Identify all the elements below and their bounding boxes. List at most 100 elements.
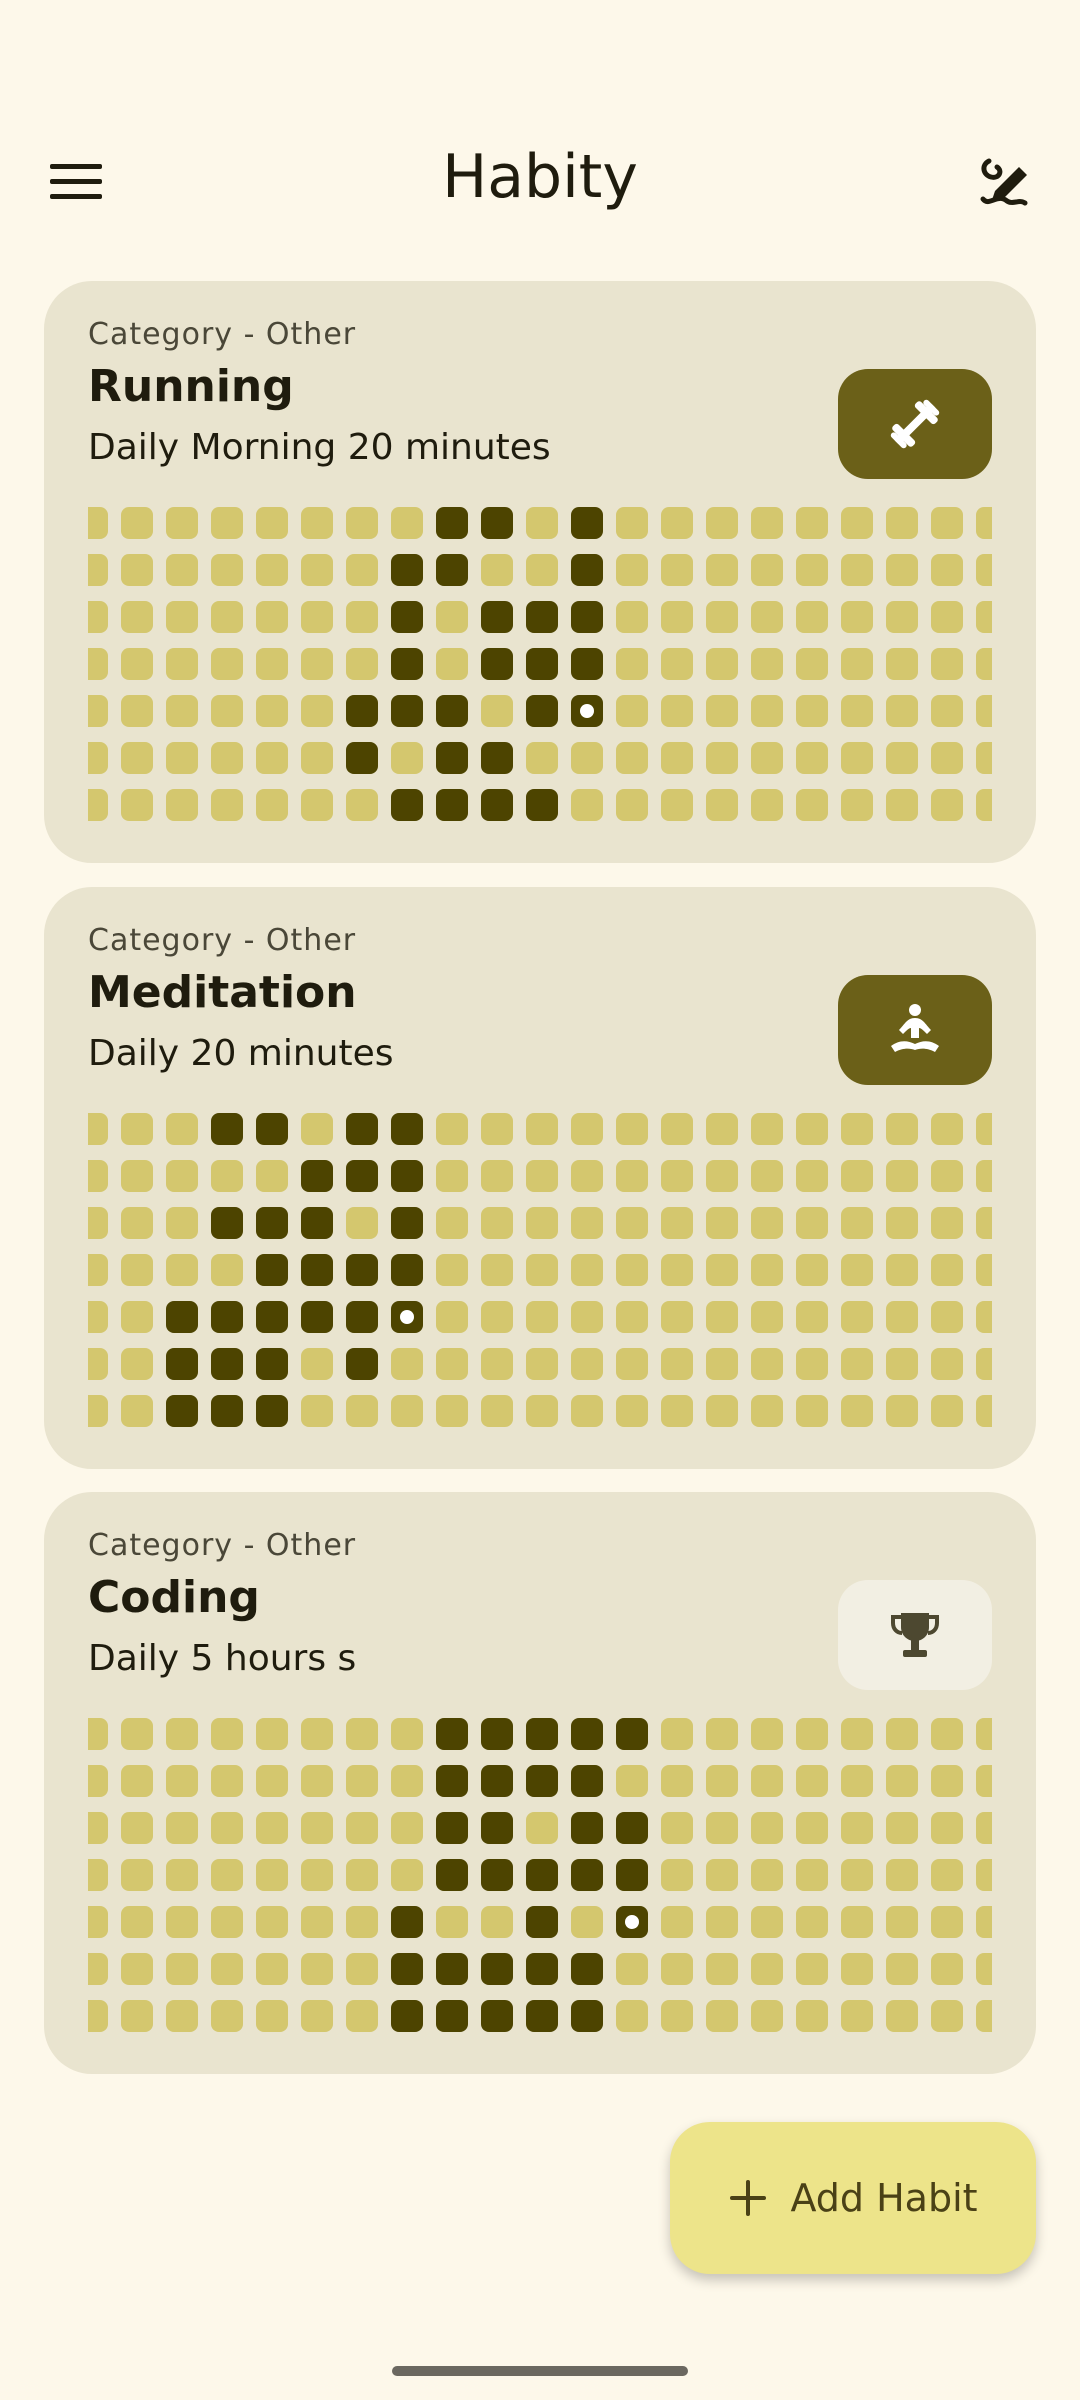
heatmap-cell[interactable] (661, 1207, 693, 1239)
heatmap-cell[interactable] (166, 1207, 198, 1239)
heatmap-cell[interactable] (88, 789, 108, 821)
heatmap-cell[interactable] (481, 554, 513, 586)
heatmap-cell[interactable] (256, 1207, 288, 1239)
heatmap-cell[interactable] (616, 1765, 648, 1797)
heatmap-cell[interactable] (166, 1160, 198, 1192)
heatmap-cell[interactable] (391, 1859, 423, 1891)
heatmap-cell[interactable] (88, 1207, 108, 1239)
heatmap-cell[interactable] (976, 1301, 992, 1333)
heatmap-cell[interactable] (391, 695, 423, 727)
heatmap-cell[interactable] (436, 1859, 468, 1891)
heatmap-cell[interactable] (751, 742, 783, 774)
heatmap-cell[interactable] (88, 1160, 108, 1192)
heatmap-cell[interactable] (706, 1113, 738, 1145)
heatmap-cell[interactable] (796, 1812, 828, 1844)
heatmap-cell[interactable] (346, 789, 378, 821)
heatmap-cell[interactable] (751, 1348, 783, 1380)
heatmap-cell[interactable] (436, 789, 468, 821)
heatmap-cell[interactable] (166, 2000, 198, 2032)
heatmap-cell[interactable] (841, 507, 873, 539)
heatmap-cell[interactable] (481, 1718, 513, 1750)
heatmap-cell[interactable] (391, 1160, 423, 1192)
heatmap-cell[interactable] (481, 601, 513, 633)
heatmap-cell[interactable] (616, 1301, 648, 1333)
heatmap-cell[interactable] (256, 1859, 288, 1891)
heatmap-cell[interactable] (616, 1160, 648, 1192)
heatmap-cell[interactable] (571, 554, 603, 586)
heatmap-cell[interactable] (256, 1160, 288, 1192)
heatmap-cell[interactable] (211, 554, 243, 586)
heatmap-cell[interactable] (751, 507, 783, 539)
heatmap-cell[interactable] (211, 1113, 243, 1145)
heatmap-cell[interactable] (436, 507, 468, 539)
heatmap-cell[interactable] (121, 1113, 153, 1145)
heatmap-cell[interactable] (751, 1254, 783, 1286)
heatmap-cell[interactable] (841, 1254, 873, 1286)
heatmap-cell[interactable] (841, 695, 873, 727)
heatmap-cell[interactable] (661, 1301, 693, 1333)
heatmap-cell[interactable] (301, 1906, 333, 1938)
heatmap-cell[interactable] (931, 507, 963, 539)
heatmap-cell[interactable] (886, 1812, 918, 1844)
heatmap-cell[interactable] (301, 1718, 333, 1750)
heatmap-cell[interactable] (301, 1113, 333, 1145)
heatmap-cell[interactable] (571, 742, 603, 774)
heatmap-cell[interactable] (391, 742, 423, 774)
heatmap-cell[interactable] (616, 648, 648, 680)
heatmap-cell[interactable] (436, 1160, 468, 1192)
heatmap-cell[interactable] (256, 742, 288, 774)
heatmap-cell[interactable] (706, 1160, 738, 1192)
heatmap-cell[interactable] (886, 1207, 918, 1239)
heatmap-cell[interactable] (526, 554, 558, 586)
heatmap-cell[interactable] (346, 601, 378, 633)
heatmap-cell[interactable] (256, 789, 288, 821)
heatmap-cell[interactable] (166, 1113, 198, 1145)
heatmap-cell[interactable] (571, 1718, 603, 1750)
heatmap-cell[interactable] (751, 1718, 783, 1750)
heatmap-cell[interactable] (166, 1254, 198, 1286)
heatmap-cell[interactable] (436, 601, 468, 633)
heatmap-cell[interactable] (886, 1906, 918, 1938)
heatmap-cell[interactable] (166, 695, 198, 727)
heatmap-cell[interactable] (481, 2000, 513, 2032)
heatmap-cell[interactable] (796, 1395, 828, 1427)
heatmap-cell[interactable] (526, 1113, 558, 1145)
heatmap-cell[interactable] (931, 1812, 963, 1844)
heatmap-cell[interactable] (301, 1301, 333, 1333)
heatmap-cell[interactable] (706, 1765, 738, 1797)
heatmap-cell[interactable] (256, 2000, 288, 2032)
heatmap-cell[interactable] (931, 1953, 963, 1985)
heatmap-cell[interactable] (571, 1953, 603, 1985)
heatmap-cell[interactable] (706, 554, 738, 586)
heatmap-cell[interactable] (886, 507, 918, 539)
heatmap-cell[interactable] (616, 1859, 648, 1891)
heatmap-cell[interactable] (841, 601, 873, 633)
heatmap-cell[interactable] (616, 554, 648, 586)
heatmap-cell[interactable] (526, 1395, 558, 1427)
heatmap-cell[interactable] (526, 695, 558, 727)
heatmap-cell[interactable] (931, 1718, 963, 1750)
heatmap-cell[interactable] (88, 742, 108, 774)
heatmap-cell[interactable] (436, 554, 468, 586)
heatmap-cell[interactable] (211, 1301, 243, 1333)
heatmap-cell[interactable] (616, 1953, 648, 1985)
heatmap-cell[interactable] (796, 742, 828, 774)
heatmap-cell[interactable] (661, 695, 693, 727)
heatmap-cell[interactable] (121, 1395, 153, 1427)
heatmap-cell[interactable] (571, 1765, 603, 1797)
heatmap-cell[interactable] (751, 1160, 783, 1192)
heatmap-cell[interactable] (256, 507, 288, 539)
heatmap-cell[interactable] (391, 1718, 423, 1750)
heatmap-cell[interactable] (706, 1906, 738, 1938)
habit-card-meditation[interactable]: Category - Other Meditation Daily 20 min… (44, 887, 1036, 1469)
heatmap-cell[interactable] (616, 1718, 648, 1750)
heatmap-cell[interactable] (616, 1254, 648, 1286)
heatmap-cell[interactable] (976, 695, 992, 727)
heatmap-cell[interactable] (526, 1812, 558, 1844)
heatmap-cell[interactable] (931, 1765, 963, 1797)
home-indicator[interactable] (392, 2366, 688, 2376)
heatmap-cell[interactable] (706, 1812, 738, 1844)
heatmap-cell[interactable] (751, 1113, 783, 1145)
heatmap-cell[interactable] (256, 1906, 288, 1938)
heatmap-cell[interactable] (526, 601, 558, 633)
